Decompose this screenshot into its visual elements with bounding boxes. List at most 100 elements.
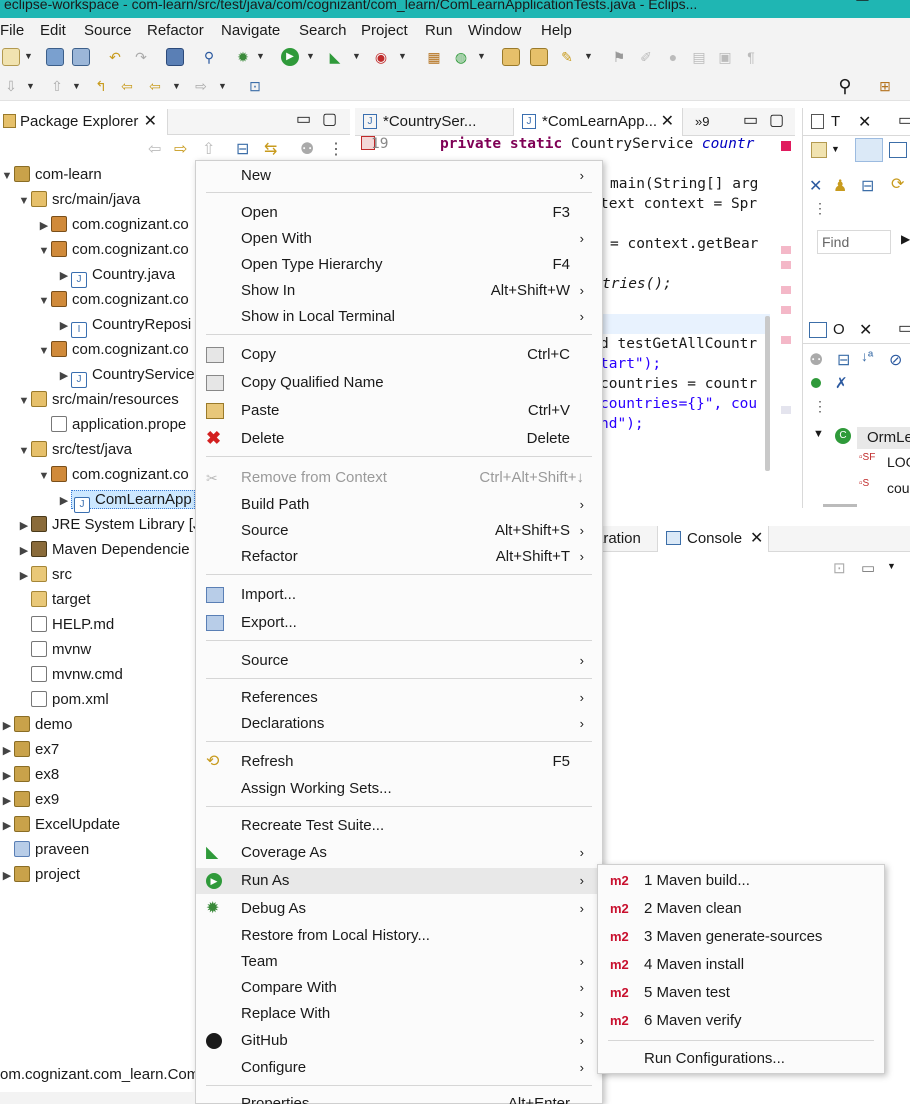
maximize-icon[interactable]: ▢ <box>322 109 337 129</box>
menu-item-recreate-test-suite[interactable]: Recreate Test Suite... <box>196 813 602 839</box>
coverage-icon[interactable]: ◣ <box>326 48 344 66</box>
forward-icon[interactable]: ⇨ <box>192 77 210 95</box>
tree-item[interactable]: ▼ com.cognizant.co <box>37 339 189 361</box>
next-annotation-icon[interactable]: ⇩ <box>2 77 20 95</box>
save-icon[interactable] <box>46 48 64 66</box>
tree-item[interactable]: ▼ com.cognizant.co <box>37 239 189 261</box>
overview-marker[interactable] <box>781 336 791 344</box>
chevron-down-icon[interactable]: ▼ <box>72 81 81 91</box>
tree-item[interactable]: ▼ com.cognizant.co <box>37 464 189 486</box>
tree-item[interactable]: ▼ com-learn <box>0 164 102 186</box>
redo-icon[interactable]: ↷ <box>132 48 150 66</box>
block-selection-icon[interactable]: ▣ <box>716 48 734 66</box>
chevron-right-icon[interactable]: ▶ <box>17 540 31 562</box>
menu-run[interactable]: Run <box>425 22 453 39</box>
submenu-item-maven-verify[interactable]: m2 6 Maven verify <box>598 1007 884 1035</box>
chevron-down-icon[interactable]: ▼ <box>398 51 407 61</box>
close-icon[interactable]: ✕ <box>858 112 871 132</box>
tree-item[interactable]: praveen <box>14 839 89 861</box>
menu-item-source[interactable]: Source Alt+Shift+S › <box>196 518 602 544</box>
menu-item-export[interactable]: Export... <box>196 610 602 636</box>
menu-file[interactable]: File <box>0 22 24 39</box>
back-icon[interactable]: ⇦ <box>148 139 161 159</box>
tree-item[interactable]: ▶ J CountryService <box>57 364 195 388</box>
tree-item[interactable]: ▶ project <box>0 864 80 886</box>
chevron-down-icon[interactable]: ▼ <box>17 390 31 412</box>
filter-icon[interactable]: ♟ <box>833 176 847 196</box>
chevron-down-icon[interactable]: ▼ <box>477 51 486 61</box>
open-perspective-icon[interactable]: ⊞ <box>876 77 894 95</box>
link-with-editor-icon[interactable]: ⇆ <box>264 139 277 159</box>
menu-search[interactable]: Search <box>299 22 347 39</box>
menu-item-source-submenu[interactable]: Source › <box>196 648 602 674</box>
close-icon[interactable]: ✕ <box>750 528 763 548</box>
chevron-right-icon[interactable]: ▶ <box>0 790 14 812</box>
new-icon[interactable] <box>2 48 20 66</box>
chevron-down-icon[interactable]: ▼ <box>887 561 896 571</box>
submenu-item-maven-build[interactable]: m2 1 Maven build... <box>598 867 884 895</box>
menu-item-build-path[interactable]: Build Path › <box>196 492 602 518</box>
tree-item[interactable]: pom.xml <box>31 689 109 711</box>
chevron-down-icon[interactable]: ▼ <box>24 51 33 61</box>
up-icon[interactable]: ⇧ <box>202 139 215 159</box>
tab-package-explorer[interactable]: Package Explorer ✕ <box>0 109 168 135</box>
chevron-down-icon[interactable]: ▼ <box>0 165 14 187</box>
menu-item-assign-working-sets[interactable]: Assign Working Sets... <box>196 776 602 802</box>
chevron-down-icon[interactable]: ▼ <box>37 340 51 362</box>
new-task-icon[interactable] <box>811 142 827 158</box>
menu-item-replace-with[interactable]: Replace With › <box>196 1001 602 1027</box>
find-input[interactable]: Find <box>817 230 891 254</box>
menu-help[interactable]: Help <box>541 22 572 39</box>
back-arrow-icon[interactable]: ⇦ <box>146 77 164 95</box>
focus-icon[interactable]: ✕ <box>809 176 822 196</box>
new-java-project-icon[interactable]: ▦ <box>425 48 443 66</box>
submenu-item-maven-install[interactable]: m2 4 Maven install <box>598 951 884 979</box>
chevron-down-icon[interactable]: ▼ <box>17 190 31 212</box>
close-icon[interactable]: ✕ <box>144 109 157 135</box>
save-all-icon[interactable] <box>72 48 90 66</box>
tree-item[interactable]: ▼ src/test/java <box>17 439 132 461</box>
tree-item[interactable]: ▶ src <box>17 564 72 586</box>
submenu-item-run-configurations[interactable]: Run Configurations... <box>598 1045 884 1073</box>
chevron-down-icon[interactable]: ▼ <box>26 81 35 91</box>
hide-fields-icon[interactable]: ⚉ <box>809 350 823 370</box>
menu-item-restore-history[interactable]: Restore from Local History... <box>196 923 602 949</box>
hide-local-icon[interactable]: ✗ <box>835 374 848 392</box>
menu-item-refresh[interactable]: ⟲ Refresh F5 <box>196 749 602 775</box>
menu-item-coverage-as[interactable]: ◣ Coverage As › <box>196 840 602 866</box>
outline-item-class[interactable]: ▼ C OrmLe <box>813 426 910 450</box>
chevron-right-icon[interactable]: ▶ <box>0 715 14 737</box>
menu-item-copy-qualified-name[interactable]: Copy Qualified Name <box>196 370 602 396</box>
menu-item-show-in-local-terminal[interactable]: Show in Local Terminal › <box>196 304 602 330</box>
highlight-icon[interactable]: ✐ <box>637 48 655 66</box>
menu-item-declarations[interactable]: Declarations › <box>196 711 602 737</box>
minimize-icon[interactable]: ▭ <box>296 109 311 129</box>
external-tools-icon[interactable]: ◉ <box>372 48 390 66</box>
menu-item-configure[interactable]: Configure › <box>196 1055 602 1081</box>
chevron-right-icon[interactable]: ▶ <box>57 365 71 387</box>
tree-item[interactable]: mvnw.cmd <box>31 664 123 686</box>
filter-icon[interactable]: ⚉ <box>300 139 314 159</box>
show-whitespace-icon[interactable]: ▤ <box>690 48 708 66</box>
menu-item-refactor[interactable]: Refactor Alt+Shift+T › <box>196 544 602 570</box>
minimize-icon[interactable]: ▭ <box>898 318 910 338</box>
submenu-item-maven-test[interactable]: m2 5 Maven test <box>598 979 884 1007</box>
minimize-icon[interactable]: ▭ <box>898 110 910 130</box>
open-type-icon[interactable] <box>502 48 520 66</box>
tree-item[interactable]: ▼ src/main/java <box>17 189 140 211</box>
overview-marker[interactable] <box>781 261 791 269</box>
view-menu-icon[interactable]: ⋮ <box>813 398 827 415</box>
outline-item-label[interactable]: cou <box>887 480 910 496</box>
back-icon[interactable]: ⇦ <box>118 77 136 95</box>
tree-item[interactable]: ▶ ex7 <box>0 739 59 761</box>
chevron-down-icon[interactable]: ▼ <box>37 240 51 262</box>
prev-annotation-icon[interactable]: ⇧ <box>48 77 66 95</box>
submenu-item-maven-clean[interactable]: m2 2 Maven clean <box>598 895 884 923</box>
tree-item[interactable]: ▼ src/main/resources <box>17 389 179 411</box>
tree-item[interactable]: HELP.md <box>31 614 114 636</box>
terminal-icon[interactable] <box>166 48 184 66</box>
menu-item-team[interactable]: Team › <box>196 949 602 975</box>
display-console-icon[interactable]: ▭ <box>861 559 875 577</box>
chevron-right-icon[interactable]: ▶ <box>0 865 14 887</box>
outline-item-label[interactable]: LOG <box>887 454 910 470</box>
